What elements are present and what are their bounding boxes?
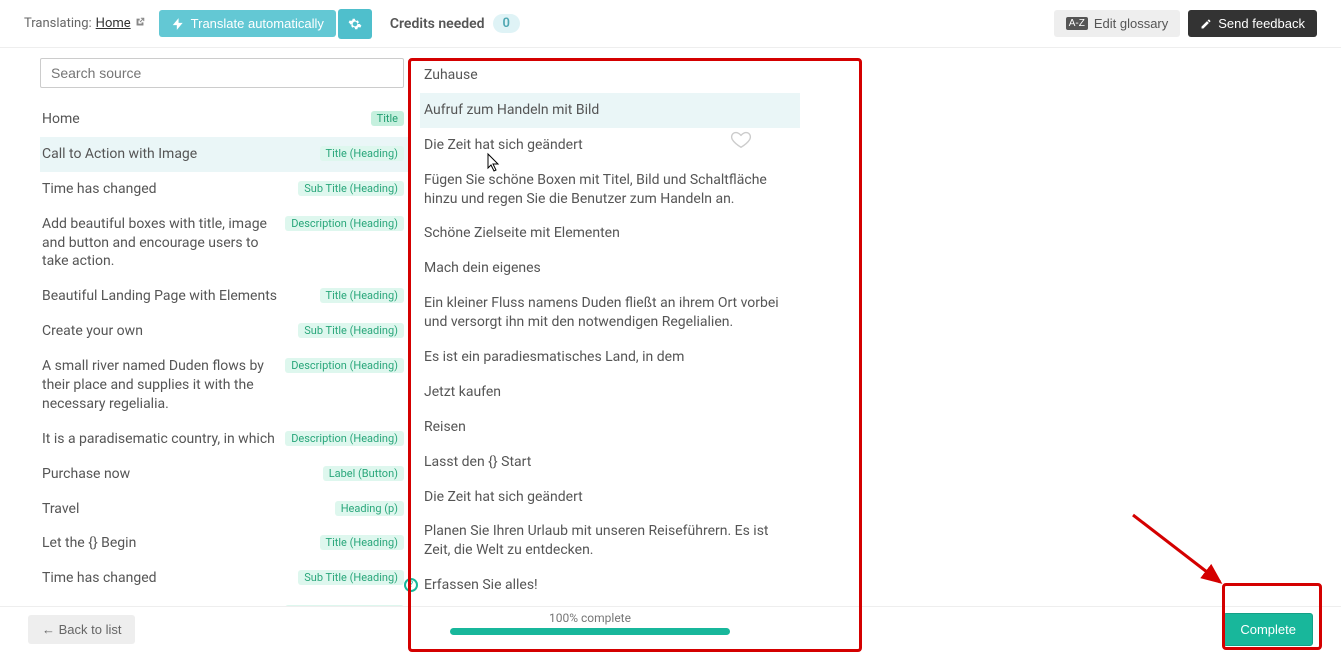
translate-auto-button[interactable]: Translate automatically [159,10,336,37]
row-tag: Heading (p) [335,501,404,516]
progress-bar [450,628,730,635]
complete-button[interactable]: Complete [1223,613,1313,646]
target-row[interactable]: Mach dein eigenes [420,251,800,286]
credits-badge: 0 [493,14,520,33]
target-row[interactable]: Ein kleiner Fluss namens Duden fließt an… [420,286,800,340]
target-row[interactable]: Aufruf zum Handeln mit Bild [420,93,800,128]
external-link-icon [135,17,145,30]
pencil-icon [1200,18,1212,30]
favorite-icon[interactable] [730,128,752,154]
source-row[interactable]: Purchase nowLabel (Button) [40,457,408,492]
row-tag: Description (Heading) [285,358,404,373]
source-text: Add beautiful boxes with title, image an… [42,215,285,272]
target-row[interactable]: Jetzt kaufen [420,375,800,410]
main-area: HomeTitleCall to Action with ImageTitle … [0,48,1341,606]
bolt-icon [171,17,185,31]
target-row[interactable]: Reisen [420,410,800,445]
row-tag: Title [371,111,404,126]
target-list: ZuhauseAufruf zum Handeln mit Bild Die Ze… [420,58,1341,603]
source-row[interactable]: Time has changedSub Title (Heading) [40,561,408,596]
source-row[interactable]: TravelHeading (p) [40,492,408,527]
breadcrumb-link[interactable]: Home [96,16,131,31]
row-tag: Title (Heading) [320,146,404,161]
search-input[interactable] [40,58,404,88]
target-row[interactable]: Erfassen Sie alles! [420,568,800,603]
progress-label: 100% complete [430,611,750,625]
source-row[interactable]: Create your ownSub Title (Heading) [40,314,408,349]
row-tag: Label (Button) [323,466,404,481]
source-row[interactable]: A small river named Duden flows by their… [40,349,408,422]
translating-label: Translating: [24,16,92,31]
source-row[interactable]: Start planning your vacation with our tr… [40,596,408,606]
source-text: Time has changed [42,180,298,199]
row-tag: Title (Heading) [320,288,404,303]
resize-handle[interactable]: ? [404,578,418,592]
translate-auto-label: Translate automatically [191,16,324,31]
send-feedback-button[interactable]: Send feedback [1188,10,1317,37]
row-tag: Description (Heading) [285,431,404,446]
credits-label: Credits needed [390,16,485,32]
row-tag: Sub Title (Heading) [298,181,404,196]
row-tag: Sub Title (Heading) [298,323,404,338]
target-column: ZuhauseAufruf zum Handeln mit Bild Die Ze… [408,48,1341,606]
back-to-list-button[interactable]: ← Back to list [28,615,135,644]
source-text: Time has changed [42,569,298,588]
target-row[interactable]: Lasst den {} Start [420,445,800,480]
source-row[interactable]: Beautiful Landing Page with ElementsTitl… [40,279,408,314]
row-tag: Title (Heading) [320,535,404,550]
target-row[interactable]: Schöne Zielseite mit Elementen [420,216,800,251]
row-tag: Description (Heading) [285,216,404,231]
send-feedback-label: Send feedback [1218,16,1305,31]
settings-button[interactable] [338,9,372,39]
source-text: Beautiful Landing Page with Elements [42,287,320,306]
target-row[interactable]: Fügen Sie schöne Boxen mit Titel, Bild u… [420,163,800,217]
source-row[interactable]: Time has changedSub Title (Heading) [40,172,408,207]
source-text: Call to Action with Image [42,145,320,164]
source-row[interactable]: Let the {} BeginTitle (Heading) [40,526,408,561]
source-row[interactable]: Add beautiful boxes with title, image an… [40,207,408,280]
source-row[interactable]: It is a paradisematic country, in whichD… [40,422,408,457]
glossary-icon: A-Z [1066,17,1088,30]
source-row[interactable]: Call to Action with ImageTitle (Heading) [40,137,408,172]
bottombar: ← Back to list 100% complete Complete [0,606,1341,652]
source-row[interactable]: HomeTitle [40,102,408,137]
edit-glossary-label: Edit glossary [1094,16,1168,31]
source-text: Purchase now [42,465,323,484]
gear-icon [348,17,362,31]
source-text: Home [42,110,371,129]
source-text: Travel [42,500,335,519]
edit-glossary-button[interactable]: A-Z Edit glossary [1054,10,1181,37]
target-row[interactable]: Es ist ein paradiesmatisches Land, in de… [420,340,800,375]
source-text: Let the {} Begin [42,534,320,553]
topbar: Translating: Home Translate automaticall… [0,0,1341,48]
row-tag: Sub Title (Heading) [298,570,404,585]
source-text: Create your own [42,322,298,341]
target-row[interactable]: Zuhause [420,58,800,93]
source-column: HomeTitleCall to Action with ImageTitle … [0,48,408,606]
target-row[interactable]: Die Zeit hat sich geändert [420,480,800,515]
source-text: It is a paradisematic country, in which [42,430,285,449]
progress: 100% complete [430,611,750,635]
source-text: A small river named Duden flows by their… [42,357,285,414]
source-list: HomeTitleCall to Action with ImageTitle … [40,102,408,606]
target-row[interactable]: Planen Sie Ihren Urlaub mit unseren Reis… [420,514,800,568]
